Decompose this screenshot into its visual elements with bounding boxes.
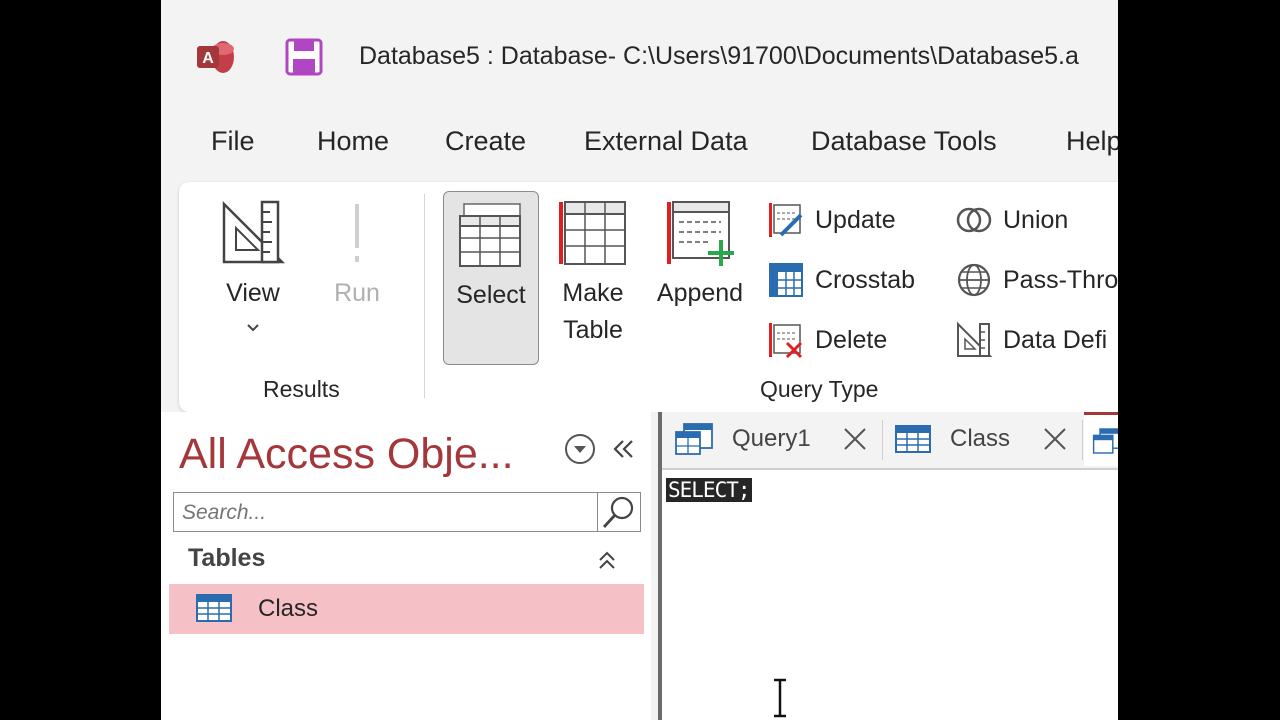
doc-tab-query1[interactable]: Query1 (670, 412, 882, 466)
sql-text-selected: SELECT; (666, 478, 752, 502)
nav-search-input[interactable] (180, 497, 594, 529)
nav-search-box (173, 492, 641, 532)
tab-divider (1082, 420, 1083, 460)
table-icon (196, 594, 232, 622)
group-separator (424, 194, 425, 398)
tab-database-tools[interactable]: Database Tools (811, 126, 997, 157)
update-query-button[interactable]: Update (767, 200, 896, 240)
update-label: Update (815, 205, 896, 234)
tab-file[interactable]: File (211, 126, 255, 157)
nav-search-button[interactable] (597, 493, 640, 531)
data-definition-icon (957, 321, 993, 357)
nav-options-dropdown[interactable] (563, 432, 597, 471)
data-definition-query-button[interactable]: Data Defi (955, 320, 1107, 360)
exclamation-icon (355, 204, 359, 262)
doc-tab-label: Query1 (732, 425, 811, 452)
chevron-down-icon (247, 324, 259, 332)
crosstab-query-button[interactable]: Crosstab (767, 260, 915, 300)
append-label: Append (656, 279, 744, 307)
make-table-label-1: Make (562, 279, 624, 307)
tab-divider (882, 420, 883, 460)
save-icon[interactable] (285, 38, 323, 76)
text-cursor-icon (771, 678, 789, 720)
doc-tab-active-query[interactable] (1084, 412, 1118, 466)
doc-tab-label: Class (950, 425, 1011, 452)
select-query-button[interactable]: Select (443, 191, 539, 365)
union-circles-icon (956, 207, 992, 233)
make-table-button[interactable]: Make Table (549, 198, 637, 358)
select-label: Select (456, 281, 526, 309)
document-tab-bar: Query1 Class (662, 412, 1118, 468)
union-label: Union (1003, 205, 1069, 234)
double-chevron-left-icon (613, 440, 633, 458)
access-logo-icon[interactable]: A (197, 40, 235, 74)
title-bar: A Database5 : Database- C:\Users\91700\D… (161, 0, 1118, 112)
close-icon[interactable] (842, 426, 868, 452)
circle-chevron-down-icon (565, 434, 595, 464)
data-definition-label: Data Defi (1003, 325, 1108, 354)
nav-item-class-table[interactable]: Class (169, 584, 644, 634)
nav-item-label: Class (258, 595, 319, 622)
navigation-pane: All Access Obje... Tables (161, 412, 651, 720)
append-button[interactable]: Append (647, 198, 753, 322)
tab-home[interactable]: Home (317, 126, 389, 157)
design-view-icon (222, 200, 286, 264)
run-label: Run (334, 279, 380, 307)
results-group-label: Results (263, 376, 340, 402)
sql-editor[interactable]: SELECT; (662, 468, 1118, 720)
pass-through-query-button[interactable]: Pass-Thro (955, 260, 1118, 300)
close-icon[interactable] (1042, 426, 1068, 452)
query-icon (675, 423, 713, 455)
crosstab-label: Crosstab (815, 265, 916, 294)
pass-through-label: Pass-Thro (1003, 265, 1118, 294)
query-type-group-label: Query Type (760, 376, 879, 402)
double-chevron-up-icon (599, 551, 615, 569)
svg-text:A: A (202, 50, 214, 67)
make-table-label-2: Table (563, 316, 623, 344)
table-icon (895, 425, 931, 453)
view-label: View (226, 279, 280, 307)
ribbon: View Run Results Select Make Table Appen… (179, 182, 1118, 412)
search-icon (602, 496, 634, 528)
query-icon (1092, 427, 1118, 454)
ribbon-tab-bar: File Home Create External Data Database … (161, 126, 1118, 170)
delete-query-button[interactable]: Delete (767, 320, 887, 360)
collapse-pane-button[interactable] (609, 436, 637, 467)
make-table-icon (559, 201, 626, 265)
update-pencil-icon (769, 203, 803, 237)
select-query-icon (459, 203, 521, 267)
delete-x-icon (769, 323, 803, 359)
doc-tab-class[interactable]: Class (892, 412, 1080, 466)
crosstab-grid-icon (769, 263, 803, 297)
nav-pane-title[interactable]: All Access Obje... (179, 430, 514, 479)
collapse-group-button[interactable] (597, 550, 617, 577)
append-icon (667, 201, 734, 266)
globe-icon (957, 263, 991, 297)
tab-help[interactable]: Help (1066, 126, 1118, 157)
tab-create[interactable]: Create (445, 126, 526, 157)
union-query-button[interactable]: Union (955, 200, 1068, 240)
view-button[interactable]: View (201, 198, 305, 348)
access-window: A Database5 : Database- C:\Users\91700\D… (161, 0, 1118, 720)
delete-label: Delete (815, 325, 888, 354)
run-button[interactable]: Run (319, 198, 395, 318)
window-title: Database5 : Database- C:\Users\91700\Doc… (359, 42, 1079, 70)
tables-group-header[interactable]: Tables (188, 544, 265, 573)
tab-external-data[interactable]: External Data (584, 126, 748, 157)
